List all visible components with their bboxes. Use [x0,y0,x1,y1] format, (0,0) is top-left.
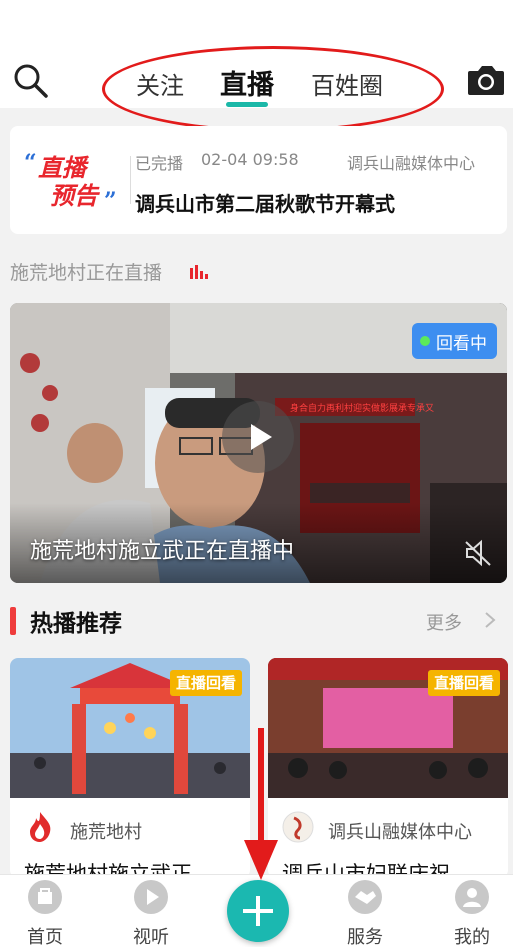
preview-source: 调兵山融媒体中心 [347,154,476,173]
mute-icon[interactable] [463,539,493,567]
plus-icon[interactable] [227,880,289,942]
live-video-card[interactable]: 身合自力再利村迎实做影展承专承又 回看中 施荒地村施立武正在直播中 [10,303,507,583]
video-title: 施荒地村施立武正在直播中 [30,539,295,564]
nav-home[interactable]: 首页 [5,875,85,947]
handshake-icon [347,879,383,915]
svg-text:”: ” [104,188,117,212]
card-author: 调兵山融媒体中心 [328,822,472,843]
play-icon [133,879,169,915]
home-icon [27,879,63,915]
preview-time: 02-04 09:58 [201,150,299,169]
chevron-right-icon[interactable] [484,611,496,629]
svg-text:“: “ [24,150,37,176]
play-icon[interactable] [222,401,294,473]
nav-label: 服务 [347,927,383,947]
divider [130,156,131,204]
top-navigation: 关注 直播 百姓圈 [0,52,513,108]
card-badge: 直播回看 [427,670,500,696]
live-now-heading: 施荒地村正在直播 [10,262,163,284]
user-icon [454,879,490,915]
live-preview-logo: “ 直播 预告 ” [22,148,122,214]
live-preview-card[interactable]: “ 直播 预告 ” 已完播 02-04 09:58 调兵山融媒体中心 调兵山市第… [10,126,507,234]
camera-icon[interactable] [466,62,506,98]
replay-badge-label: 回看中 [436,333,487,354]
more-link[interactable]: 更多 [426,609,462,635]
tab-live[interactable]: 直播 [220,63,274,102]
logo-text-line2: 预告 [50,182,100,210]
search-icon[interactable] [12,62,50,100]
hot-card[interactable]: 直播回看 施荒地村 施荒地村施立武正 [10,658,250,878]
active-tab-indicator [226,102,268,107]
nav-service[interactable]: 服务 [325,875,405,947]
hot-card[interactable]: 直播回看 调兵山融媒体中心 调兵山市妇联庆祝 [268,658,508,878]
media-center-logo-icon [282,810,314,844]
nav-mine[interactable]: 我的 [432,875,512,947]
preview-status: 已完播 [135,154,184,173]
tab-community-circle[interactable]: 百姓圈 [311,66,383,101]
nav-label: 我的 [454,927,490,947]
section-title: 热播推荐 [30,611,122,637]
status-dot [420,336,430,346]
tab-follow[interactable]: 关注 [136,66,184,101]
live-bars-icon [190,264,208,279]
card-badge: 直播回看 [169,670,242,696]
card-author: 施荒地村 [70,822,142,843]
logo-text-line1: 直播 [38,154,90,182]
nav-audiovisual[interactable]: 视听 [111,875,191,947]
flame-logo-icon [24,810,56,844]
video-banner-text: 身合自力再利村迎实做影展承专承又 [290,402,434,414]
nav-label: 首页 [27,927,63,947]
status-bar [0,0,513,52]
replay-badge: 回看中 [412,323,497,359]
nav-label: 视听 [133,927,169,947]
section-accent-bar [10,607,16,635]
preview-title: 调兵山市第二届秋歌节开幕式 [135,192,395,216]
